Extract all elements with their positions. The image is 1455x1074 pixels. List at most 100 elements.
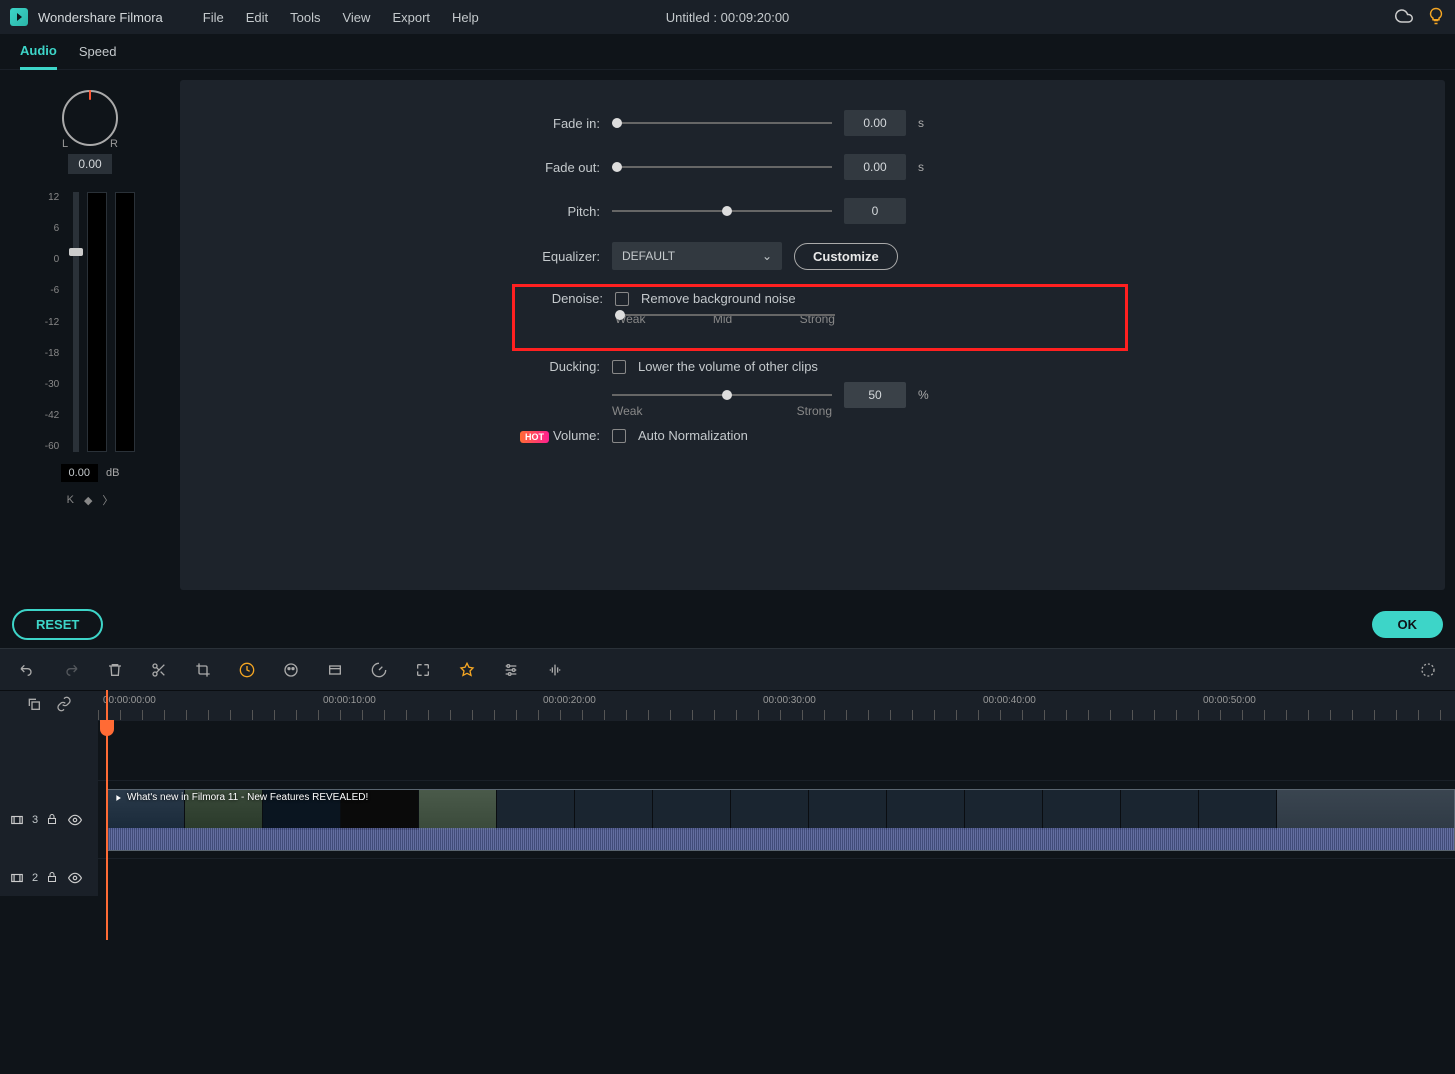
volume-label: HOTVolume: (520, 428, 600, 443)
pitch-label: Pitch: (520, 204, 600, 219)
clip-waveform (107, 828, 1454, 850)
track-3-number: 3 (32, 814, 38, 826)
fade-out-label: Fade out: (520, 160, 600, 175)
fade-out-unit: s (918, 160, 924, 174)
balance-l-label: L (62, 138, 68, 150)
fade-in-value[interactable]: 0.00 (844, 110, 906, 136)
menu-help[interactable]: Help (452, 10, 479, 25)
speed-icon[interactable] (238, 661, 256, 679)
db-meter-right (115, 192, 135, 452)
denoise-highlight-box: Denoise: Remove background noise Weak Mi… (512, 284, 1128, 351)
audio-settings-panel: Fade in: 0.00 s Fade out: 0.00 s Pitch: … (180, 80, 1445, 590)
main-panel: LR 0.00 12 6 0 -6 -12 -18 -30 -42 -60 0.… (0, 70, 1455, 600)
lock-icon[interactable] (46, 871, 60, 885)
ducking-strong-label: Strong (797, 404, 832, 418)
ducking-slider[interactable] (612, 394, 832, 396)
menu-export[interactable]: Export (392, 10, 430, 25)
redo-icon[interactable] (62, 661, 80, 679)
fade-out-slider[interactable] (612, 166, 832, 168)
track-3: 3 What's new in Filmora 11 - New Feature… (0, 780, 1455, 858)
lock-icon[interactable] (46, 813, 60, 827)
ducking-label: Ducking: (520, 359, 600, 374)
chevron-down-icon: ⌄ (762, 249, 772, 263)
panel-buttons: RESET OK (0, 600, 1455, 648)
bulb-icon[interactable] (1427, 7, 1445, 28)
ducking-weak-label: Weak (612, 404, 642, 418)
adjust-icon[interactable] (502, 661, 520, 679)
hot-badge: HOT (520, 431, 549, 443)
balance-value[interactable]: 0.00 (68, 154, 111, 174)
timeline-body: 3 What's new in Filmora 11 - New Feature… (0, 720, 1455, 896)
timeline-ruler[interactable]: 00:00:00:00 00:00:10:00 00:00:20:00 00:0… (98, 691, 1455, 720)
denoise-checkbox-label: Remove background noise (641, 291, 796, 306)
denoise-label: Denoise: (523, 291, 603, 306)
track-empty (0, 720, 1455, 780)
video-track-icon (10, 813, 24, 827)
cut-icon[interactable] (150, 661, 168, 679)
frame-icon[interactable] (326, 661, 344, 679)
project-title: Untitled : 00:09:20:00 (666, 10, 790, 25)
menu-file[interactable]: File (203, 10, 224, 25)
color-icon[interactable] (282, 661, 300, 679)
video-track-icon (10, 871, 24, 885)
ducking-value[interactable]: 50 (844, 382, 906, 408)
equalizer-select[interactable]: DEFAULT ⌄ (612, 242, 782, 270)
video-clip[interactable]: What's new in Filmora 11 - New Features … (106, 789, 1455, 851)
main-menu: File Edit Tools View Export Help (203, 10, 479, 25)
reset-button[interactable]: RESET (12, 609, 103, 640)
audio-wave-icon[interactable] (546, 661, 564, 679)
next-keyframe-icon[interactable]: 〉 (102, 492, 113, 508)
titlebar: Wondershare Filmora File Edit Tools View… (0, 0, 1455, 34)
ok-button[interactable]: OK (1372, 611, 1444, 638)
timeline-header: 00:00:00:00 00:00:10:00 00:00:20:00 00:0… (0, 690, 1455, 720)
tabbar: Audio Speed (0, 34, 1455, 70)
link-icon[interactable] (56, 696, 72, 715)
eye-icon[interactable] (68, 871, 82, 885)
ducking-unit: % (918, 388, 929, 402)
eye-icon[interactable] (68, 813, 82, 827)
delete-icon[interactable] (106, 661, 124, 679)
ducking-checkbox[interactable] (612, 360, 626, 374)
prev-keyframe-icon[interactable]: K (67, 494, 74, 506)
clip-label: What's new in Filmora 11 - New Features … (113, 792, 368, 803)
track-2-number: 2 (32, 872, 38, 884)
timeline-toolbar (0, 648, 1455, 690)
app-logo-icon (10, 8, 28, 26)
customize-button[interactable]: Customize (794, 243, 898, 270)
speedometer-icon[interactable] (370, 661, 388, 679)
denoise-slider[interactable] (615, 314, 835, 316)
playhead-handle-icon[interactable] (100, 720, 114, 736)
db-meter-left (87, 192, 107, 452)
db-slider[interactable] (73, 192, 79, 452)
menu-view[interactable]: View (342, 10, 370, 25)
marker-icon[interactable] (458, 661, 476, 679)
expand-icon[interactable] (414, 661, 432, 679)
fade-in-slider[interactable] (612, 122, 832, 124)
menu-edit[interactable]: Edit (246, 10, 268, 25)
duplicate-icon[interactable] (26, 696, 42, 715)
auto-normalize-label: Auto Normalization (638, 428, 748, 443)
ducking-checkbox-label: Lower the volume of other clips (638, 359, 818, 374)
cloud-icon[interactable] (1395, 7, 1413, 28)
app-name: Wondershare Filmora (38, 10, 163, 25)
keyframe-diamond-icon[interactable]: ◆ (84, 494, 92, 507)
denoise-checkbox[interactable] (615, 292, 629, 306)
equalizer-label: Equalizer: (520, 249, 600, 264)
tab-audio[interactable]: Audio (20, 34, 57, 70)
pitch-value[interactable]: 0 (844, 198, 906, 224)
db-unit-label: dB (106, 467, 119, 479)
fade-in-unit: s (918, 116, 924, 130)
crop-icon[interactable] (194, 661, 212, 679)
track-2: 2 (0, 858, 1455, 896)
auto-normalize-checkbox[interactable] (612, 429, 626, 443)
undo-icon[interactable] (18, 661, 36, 679)
render-icon[interactable] (1419, 661, 1437, 679)
fade-in-label: Fade in: (520, 116, 600, 131)
db-scale: 12 6 0 -6 -12 -18 -30 -42 -60 (45, 192, 63, 452)
pitch-slider[interactable] (612, 210, 832, 212)
tab-speed[interactable]: Speed (79, 35, 117, 68)
db-meter-value[interactable]: 0.00 (61, 464, 98, 482)
menu-tools[interactable]: Tools (290, 10, 320, 25)
fade-out-value[interactable]: 0.00 (844, 154, 906, 180)
balance-knob[interactable] (62, 90, 118, 146)
